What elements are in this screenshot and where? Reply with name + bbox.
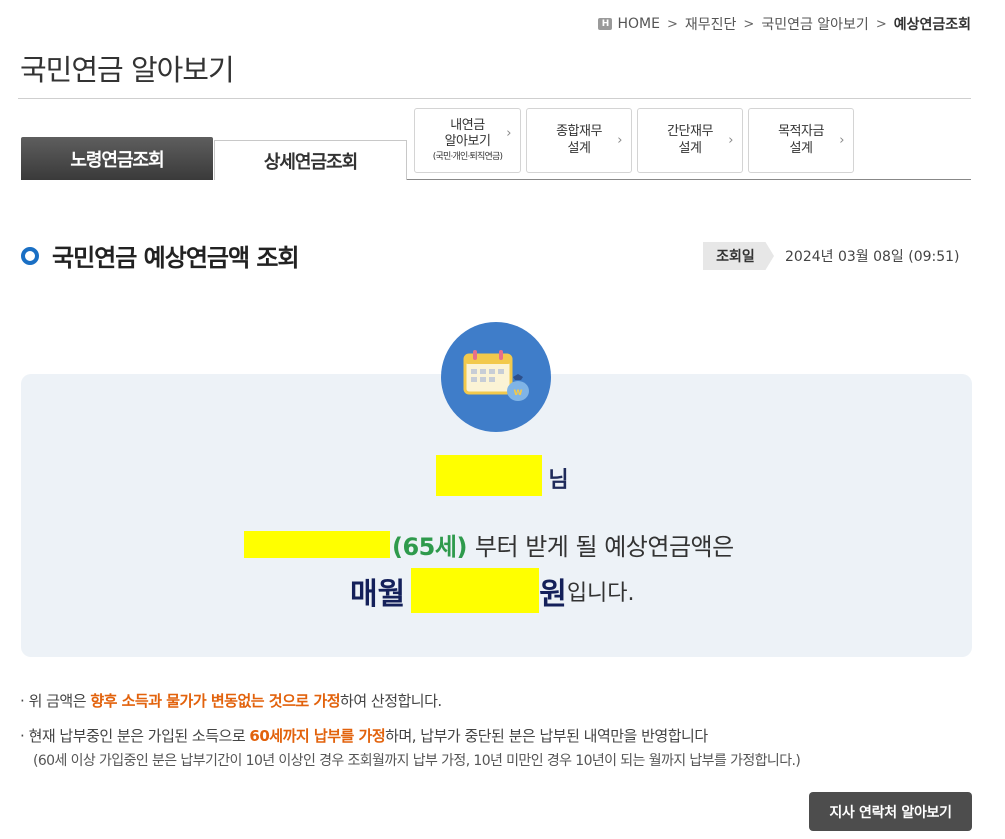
- recipient-name-line: 님: [0, 455, 1005, 496]
- note-2-highlight: 60세까지 납부를 가정: [249, 727, 386, 745]
- goal-fund-plan-label-2: 설계: [789, 140, 813, 156]
- note-bullet: ·: [20, 727, 25, 745]
- chevron-right-icon: ›: [506, 126, 511, 142]
- note-payment: · 현재 납부중인 분은 가입된 소득으로 60세까지 납부를 가정하며, 납부…: [20, 725, 708, 746]
- note-1-pre: 위 금액은: [28, 692, 91, 710]
- my-pension-label-2: 알아보기: [444, 133, 491, 149]
- note-2-post: 하며, 납부가 중단된 분은 납부된 내역만을 반영합니다: [385, 727, 708, 745]
- calendar-icon: w: [463, 350, 529, 401]
- redacted-name: [436, 455, 543, 496]
- branch-contact-button[interactable]: 지사 연락처 알아보기: [809, 792, 972, 831]
- my-pension-button[interactable]: 내연금 알아보기 (국민·개인·퇴직연금) ›: [414, 108, 521, 173]
- section-title: 국민연금 예상연금액 조회: [52, 244, 300, 272]
- breadcrumb: H HOME > 재무진단 > 국민연금 알아보기 > 예상연금조회: [598, 13, 971, 35]
- comprehensive-plan-label-2: 설계: [567, 140, 591, 156]
- page-title: 국민연금 알아보기: [20, 53, 235, 87]
- chevron-right-icon: >: [666, 16, 678, 32]
- note-bullet: ·: [20, 692, 25, 710]
- note-2-pre: 현재 납부중인 분은 가입된 소득으로: [28, 727, 250, 745]
- comprehensive-plan-button[interactable]: 종합재무 설계 ›: [526, 108, 632, 173]
- monthly-amount-line: 매월 원 입니다.: [350, 568, 635, 613]
- query-date-value: 2024년 03월 08일 (09:51): [785, 249, 960, 265]
- comprehensive-plan-label-1: 종합재무: [556, 124, 602, 140]
- breadcrumb-item-financial-diagnosis[interactable]: 재무진단: [685, 14, 737, 34]
- calendar-money-icon: w: [441, 322, 551, 432]
- my-pension-label-1: 내연금: [450, 117, 485, 133]
- simple-plan-button[interactable]: 간단재무 설계 ›: [637, 108, 743, 173]
- note-assumption: · 위 금액은 향후 소득과 물가가 변동없는 것으로 가정하여 산정합니다.: [20, 690, 442, 711]
- goal-fund-plan-label-1: 목적자금: [778, 124, 824, 140]
- chevron-right-icon: >: [743, 16, 755, 32]
- chevron-right-icon: ›: [839, 132, 844, 148]
- start-age: (65세): [392, 533, 467, 561]
- chevron-right-icon: >: [875, 16, 887, 32]
- breadcrumb-current: 예상연금조회: [893, 17, 971, 33]
- currency-unit: 원: [539, 576, 567, 612]
- start-age-text: 부터 받게 될 예상연금액은: [474, 533, 734, 561]
- redacted-amount: [411, 568, 540, 613]
- goal-fund-plan-button[interactable]: 목적자금 설계 ›: [748, 108, 854, 173]
- chevron-right-icon: ›: [617, 132, 622, 148]
- query-date-label: 조회일: [703, 242, 774, 270]
- tabs-divider: [407, 179, 971, 180]
- simple-plan-label-2: 설계: [678, 140, 702, 156]
- monthly-label: 매월: [350, 576, 406, 612]
- my-pension-sub-label: (국민·개인·퇴직연금): [432, 152, 503, 163]
- section-bullet-icon: [21, 247, 39, 265]
- svg-text:w: w: [513, 387, 522, 398]
- honorific: 님: [548, 468, 569, 493]
- breadcrumb-item-national-pension[interactable]: 국민연금 알아보기: [761, 14, 869, 34]
- breadcrumb-home[interactable]: HOME: [617, 16, 659, 32]
- note-1-post: 하여 산정합니다.: [340, 692, 442, 710]
- pension-start-line: (65세) 부터 받게 될 예상연금액은: [244, 527, 734, 562]
- note-payment-detail: (60세 이상 가입중인 분은 납부기간이 10년 이상인 경우 조회월까지 납…: [33, 753, 801, 769]
- home-icon: H: [598, 18, 613, 30]
- tab-detailed-pension[interactable]: 상세연금조회: [214, 140, 407, 180]
- title-divider: [18, 98, 971, 99]
- redacted-start-date: [244, 531, 390, 558]
- tab-old-age-pension[interactable]: 노령연금조회: [21, 137, 213, 180]
- amount-ending: 입니다.: [566, 580, 635, 606]
- chevron-right-icon: ›: [728, 132, 733, 148]
- simple-plan-label-1: 간단재무: [667, 124, 713, 140]
- note-1-highlight: 향후 소득과 물가가 변동없는 것으로 가정: [90, 692, 341, 710]
